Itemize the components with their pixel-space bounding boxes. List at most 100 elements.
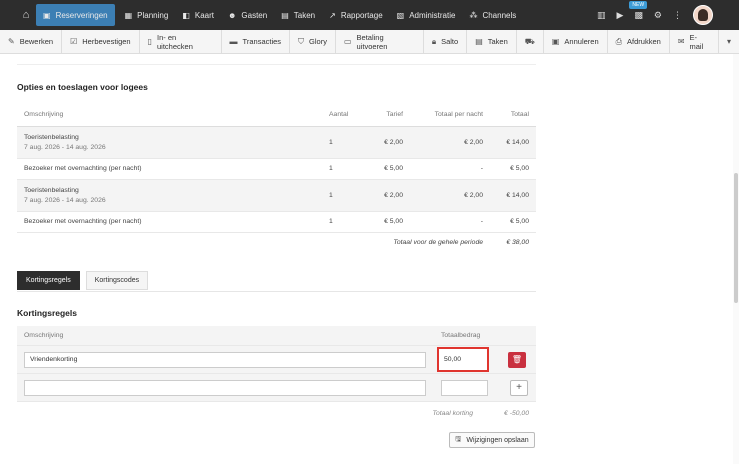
- cancel-button[interactable]: ▣ Annuleren: [544, 29, 608, 54]
- user-face: [698, 9, 708, 21]
- row-rate: € 5,00: [370, 158, 410, 180]
- row-total: € 14,00: [490, 126, 536, 159]
- nav-reserveringen[interactable]: ▣ Reserveringen: [36, 4, 115, 26]
- discounts-title: Kortingsregels: [17, 308, 77, 318]
- glory-button[interactable]: ⛉ Glory: [290, 29, 336, 54]
- mail-icon: ✉: [677, 37, 685, 46]
- top-navigation: ⌂ ▣ Reserveringen ▦ Planning ◧ Kaart ☻ Gaste…: [0, 0, 739, 30]
- total-label: Totaal voor de gehele periode: [393, 238, 483, 246]
- new-description-input[interactable]: [24, 379, 426, 396]
- clipboard-icon: ▤: [281, 10, 289, 20]
- row-total: € 5,00: [490, 158, 536, 180]
- new-discount-row: +: [17, 374, 536, 402]
- reconfirm-button[interactable]: ☑ Herbevestigen: [62, 29, 140, 54]
- gear-icon[interactable]: ⚙: [654, 10, 662, 21]
- card-icon: ▬: [229, 37, 238, 46]
- home-icon[interactable]: ⌂: [16, 0, 36, 30]
- col-quantity: Aantal: [322, 104, 370, 127]
- more-dropdown-button[interactable]: ▾: [719, 30, 739, 54]
- row-rate: € 2,00: [370, 179, 410, 212]
- table-row: Toeristenbelasting 7 aug. 2026 - 14 aug. …: [17, 179, 536, 212]
- discount-total-value: € -50,00: [504, 409, 529, 417]
- chart-icon: ↗: [329, 10, 336, 20]
- col-description: Omschrijving: [17, 104, 322, 127]
- options-title: Opties en toeslagen voor logees: [17, 82, 148, 92]
- checkin-checkout-button[interactable]: ▯ In- en uitchecken: [140, 29, 222, 54]
- tasks-button[interactable]: ▤ Taken: [467, 29, 517, 54]
- row-description: Bezoeker met overnachting (per nacht): [17, 158, 322, 180]
- add-button[interactable]: +: [510, 379, 528, 396]
- more-vertical-icon[interactable]: ⋮: [673, 10, 682, 21]
- options-table: Omschrijving Aantal Tarief Totaal per na…: [17, 104, 536, 252]
- tab-kortingsregels[interactable]: Kortingsregels: [17, 271, 80, 290]
- delete-button[interactable]: 🗑︎: [508, 351, 526, 368]
- car-button[interactable]: ⛟: [517, 29, 544, 54]
- save-changes-button[interactable]: 🖫︎ Wijzigingen opslaan: [449, 432, 535, 448]
- col-total: Totaal: [490, 104, 536, 127]
- row-quantity: 1: [322, 126, 370, 159]
- discount-amount-input[interactable]: 50,00: [437, 347, 489, 372]
- print-icon: ⎙: [615, 36, 623, 46]
- lock-icon: 🔒︎: [431, 36, 437, 46]
- email-button[interactable]: ✉ E-mail: [670, 29, 719, 54]
- discounts-table: Omschrijving Totaalbedrag Vriendenkortin…: [17, 326, 536, 424]
- tab-kortingscodes[interactable]: Kortingscodes: [85, 271, 149, 290]
- col-amount: Totaalbedrag: [441, 332, 481, 339]
- action-toolbar: ✎ Bewerken ☑ Herbevestigen ▯ In- en uitchec…: [0, 29, 739, 54]
- scrollbar-thumb[interactable]: [734, 173, 738, 303]
- new-amount-input[interactable]: [441, 379, 488, 396]
- col-rate: Tarief: [370, 104, 410, 127]
- building-icon[interactable]: ▥: [597, 10, 606, 21]
- edit-button[interactable]: ✎ Bewerken: [0, 29, 63, 54]
- nav-rapportage[interactable]: ↗ Rapportage: [322, 0, 390, 30]
- video-icon[interactable]: ▶: [616, 10, 623, 21]
- tabs: Kortingsregels Kortingscodes: [17, 271, 149, 290]
- nav-planning[interactable]: ▦ Planning: [118, 0, 176, 30]
- save-icon: 🖫︎: [455, 435, 462, 443]
- users-icon: ☻: [227, 10, 237, 20]
- avatar[interactable]: [693, 5, 713, 25]
- row-total: € 5,00: [490, 211, 536, 233]
- row-description: Bezoeker met overnachting (per nacht): [17, 211, 322, 233]
- options-section: Opties en toeslagen voor logees Omschrij…: [17, 82, 536, 252]
- row-rate: € 5,00: [370, 211, 410, 233]
- channels-icon: ⁂: [469, 10, 478, 20]
- nav-taken[interactable]: ▤ Taken: [274, 0, 322, 30]
- row-quantity: 1: [322, 211, 370, 233]
- total-value: € 38,00: [506, 238, 529, 246]
- discount-total-label: Totaal korting: [432, 409, 473, 417]
- print-button[interactable]: ⎙ Afdrukken: [608, 29, 670, 54]
- car-icon: ⛟: [524, 36, 535, 46]
- col-per-night: Totaal per nacht: [410, 104, 490, 127]
- row-description: Toeristenbelasting 7 aug. 2026 - 14 aug. …: [17, 179, 322, 212]
- transactions-button[interactable]: ▬ Transacties: [222, 29, 291, 54]
- row-per-night: -: [410, 211, 490, 233]
- gift-button[interactable]: NEW ▩: [629, 0, 648, 21]
- salto-button[interactable]: 🔒︎ Salto: [424, 29, 468, 54]
- nav-kaart[interactable]: ◧ Kaart: [175, 0, 221, 30]
- map-icon: ◧: [182, 10, 190, 20]
- nav-gasten[interactable]: ☻ Gasten: [221, 0, 274, 30]
- row-per-night: € 2,00: [410, 179, 490, 212]
- col-description: Omschrijving: [24, 332, 64, 339]
- discounts-header: Omschrijving Totaalbedrag: [17, 326, 536, 346]
- nav-channels[interactable]: ⁂ Channels: [462, 0, 523, 30]
- nav-administratie[interactable]: ▧ Administratie: [390, 0, 463, 30]
- check-icon: ☑: [70, 37, 78, 46]
- folder-icon: ▧: [396, 10, 405, 20]
- row-quantity: 1: [322, 158, 370, 180]
- tab-divider: [17, 291, 536, 292]
- row-per-night: € 2,00: [410, 126, 490, 159]
- cash-icon: ⛉: [298, 36, 305, 46]
- row-quantity: 1: [322, 179, 370, 212]
- discount-description-input[interactable]: Vriendenkorting: [24, 351, 426, 368]
- calendar-icon: ▣: [43, 10, 51, 20]
- table-row: Bezoeker met overnachting (per nacht) 1 …: [17, 158, 536, 180]
- new-badge: NEW: [629, 0, 648, 9]
- table-row: Bezoeker met overnachting (per nacht) 1 …: [17, 211, 536, 233]
- door-icon: ▯: [147, 37, 153, 46]
- table-header: Omschrijving Aantal Tarief Totaal per na…: [17, 104, 536, 127]
- row-total: € 14,00: [490, 179, 536, 212]
- execute-payment-button[interactable]: ▭ Betaling uitvoeren: [336, 29, 424, 54]
- plus-icon: +: [516, 382, 522, 393]
